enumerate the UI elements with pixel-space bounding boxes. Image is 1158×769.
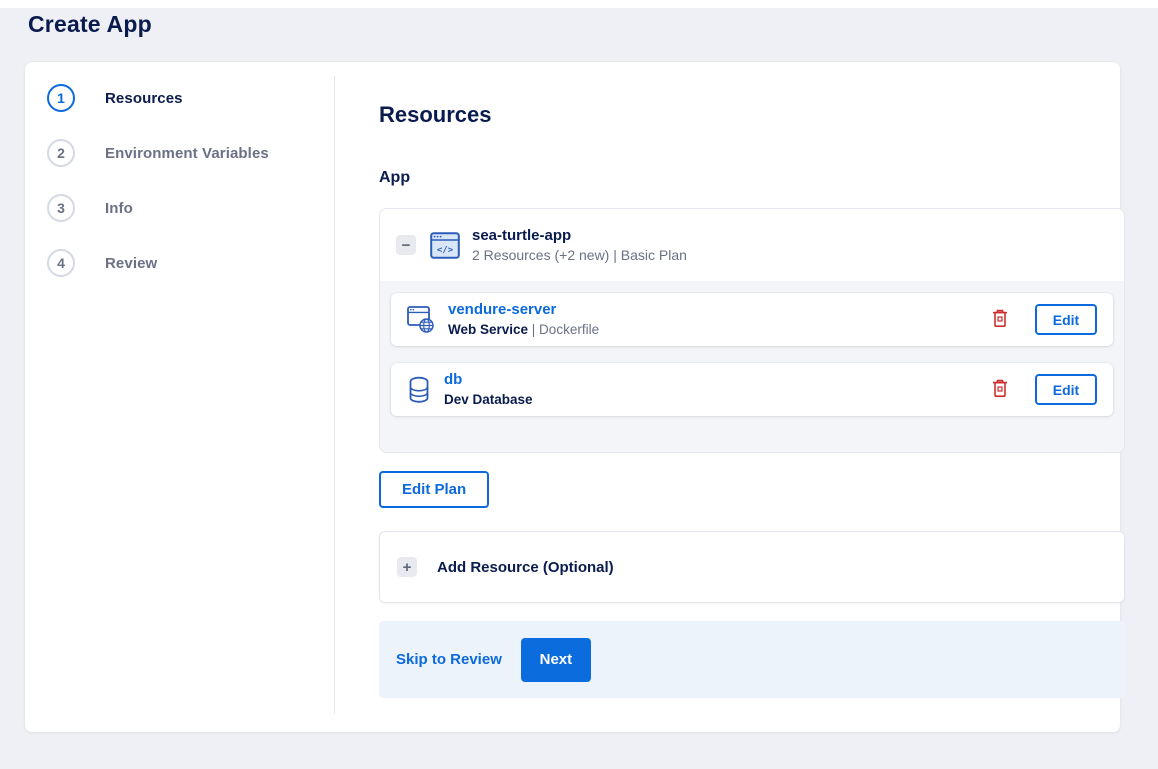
resource-name-link[interactable]: db bbox=[444, 371, 992, 389]
content-heading: Resources bbox=[379, 102, 492, 127]
resource-subtitle: Dev Database bbox=[444, 392, 992, 408]
resource-type: Web Service bbox=[448, 321, 529, 337]
resource-row-vendure-server: vendure-server Web Service | Dockerfile bbox=[391, 293, 1113, 346]
top-strip bbox=[0, 0, 1158, 8]
add-resource-label: Add Resource (Optional) bbox=[437, 558, 614, 576]
app-header-text: sea-turtle-app 2 Resources (+2 new) | Ba… bbox=[472, 227, 687, 263]
step-number-badge: 4 bbox=[47, 249, 75, 277]
step-label: Resources bbox=[105, 89, 183, 107]
app-card-body: vendure-server Web Service | Dockerfile bbox=[380, 281, 1124, 452]
edit-resource-button[interactable]: Edit bbox=[1035, 374, 1097, 405]
edit-plan-button[interactable]: Edit Plan bbox=[379, 471, 490, 508]
add-resource-card[interactable]: + Add Resource (Optional) bbox=[379, 531, 1125, 603]
delete-resource-button[interactable] bbox=[992, 379, 1008, 401]
web-service-icon bbox=[407, 306, 435, 333]
trash-icon bbox=[992, 309, 1008, 331]
stepper-divider bbox=[334, 76, 335, 714]
database-icon bbox=[407, 376, 431, 404]
stepper-item-resources[interactable]: 1 Resources bbox=[47, 84, 183, 112]
resource-subtitle: Web Service | Dockerfile bbox=[448, 322, 992, 338]
plus-icon: + bbox=[402, 558, 412, 576]
footer-action-bar: Skip to Review Next bbox=[379, 621, 1125, 698]
app-code-icon: </> bbox=[430, 231, 460, 259]
add-resource-expand-button[interactable]: + bbox=[397, 557, 417, 577]
resource-name-link[interactable]: vendure-server bbox=[448, 301, 992, 319]
resource-detail: | Dockerfile bbox=[528, 321, 600, 337]
app-name: sea-turtle-app bbox=[472, 227, 572, 244]
delete-resource-button[interactable] bbox=[992, 309, 1008, 331]
step-number-badge: 3 bbox=[47, 194, 75, 222]
page-title: Create App bbox=[28, 11, 152, 37]
stepper-item-info[interactable]: 3 Info bbox=[47, 194, 133, 222]
skip-to-review-link[interactable]: Skip to Review bbox=[396, 651, 502, 668]
resource-type: Dev Database bbox=[444, 391, 533, 407]
app-card-header: − </> sea-turtle-app 2 Resources (+2 new… bbox=[380, 209, 1124, 281]
app-card: − </> sea-turtle-app 2 Resources (+2 new… bbox=[379, 208, 1125, 453]
step-label: Review bbox=[105, 254, 158, 272]
step-number-badge: 1 bbox=[47, 84, 75, 112]
minus-icon: − bbox=[401, 236, 411, 254]
resource-text: vendure-server Web Service | Dockerfile bbox=[448, 301, 992, 338]
trash-icon bbox=[992, 379, 1008, 401]
step-label: Info bbox=[105, 199, 133, 217]
stepper-item-review[interactable]: 4 Review bbox=[47, 249, 157, 277]
content-panel: Resources App − </> sea-turtle-app 2 Res… bbox=[355, 62, 1125, 734]
app-meta: 2 Resources (+2 new) | Basic Plan bbox=[472, 247, 687, 263]
create-app-card: 1 Resources 2 Environment Variables 3 In… bbox=[24, 61, 1125, 734]
edit-resource-button[interactable]: Edit bbox=[1035, 304, 1097, 335]
resource-text: db Dev Database bbox=[444, 371, 992, 408]
collapse-button[interactable]: − bbox=[396, 235, 416, 255]
step-number-badge: 2 bbox=[47, 139, 75, 167]
next-button[interactable]: Next bbox=[520, 637, 591, 682]
resource-row-db: db Dev Database Edit bbox=[391, 363, 1113, 416]
app-section-label: App bbox=[379, 169, 411, 186]
svg-text:</>: </> bbox=[437, 245, 454, 255]
stepper-item-environment-variables[interactable]: 2 Environment Variables bbox=[47, 139, 269, 167]
step-label: Environment Variables bbox=[105, 144, 269, 162]
